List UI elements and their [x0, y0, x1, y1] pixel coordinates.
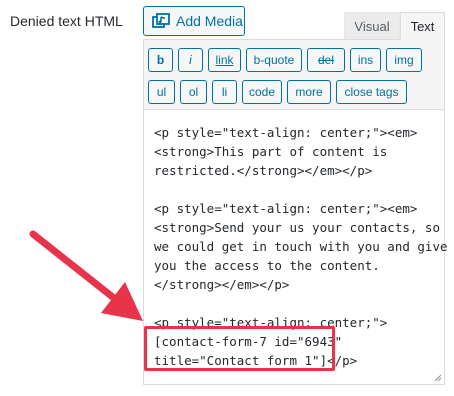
code-line: <p style="text-align: center;"><em>: [154, 125, 418, 140]
media-icon: [152, 13, 170, 28]
ins-button[interactable]: ins: [350, 48, 381, 72]
text-editor: b i link b-quote del ins img ul ol li co…: [143, 39, 448, 385]
add-media-label: Add Media: [176, 13, 243, 29]
code-line: title="Contact form 1"]</p>: [154, 353, 358, 368]
code-line: <p style="text-align: center;"><em>: [154, 201, 418, 216]
code-line: <strong>Send your us your contacts, so: [154, 220, 440, 235]
more-button[interactable]: more: [287, 80, 331, 104]
code-line: <p style="text-align: center;">: [154, 315, 388, 330]
code-line: <strong>This part of content is: [154, 144, 388, 159]
field-label: Denied text HTML: [10, 13, 123, 29]
add-media-button[interactable]: Add Media: [143, 6, 245, 36]
code-textarea[interactable]: <p style="text-align: center;"><em> <str…: [144, 110, 448, 384]
code-line: </strong></em></p>: [154, 277, 290, 292]
bold-button[interactable]: b: [148, 48, 173, 72]
li-button[interactable]: li: [212, 80, 237, 104]
code-line: you the access to the content.: [154, 258, 380, 273]
tab-text[interactable]: Text: [400, 12, 445, 40]
img-button[interactable]: img: [386, 48, 422, 72]
code-line: we could get in touch with you and give: [154, 239, 448, 254]
code-button[interactable]: code: [242, 80, 282, 104]
ul-button[interactable]: ul: [148, 80, 175, 104]
blockquote-button[interactable]: b-quote: [246, 48, 302, 72]
resize-handle-icon[interactable]: [432, 372, 442, 382]
ol-button[interactable]: ol: [180, 80, 207, 104]
code-line: restricted.</strong></em></p>: [154, 163, 373, 178]
close-tags-button[interactable]: close tags: [336, 80, 407, 104]
quicktags-toolbar: b i link b-quote del ins img ul ol li co…: [144, 40, 444, 110]
tab-visual[interactable]: Visual: [344, 12, 400, 40]
del-button[interactable]: del: [307, 48, 345, 72]
link-button[interactable]: link: [208, 48, 241, 72]
code-line: [contact-form-7 id="6943": [154, 334, 343, 349]
italic-button[interactable]: i: [178, 48, 203, 72]
